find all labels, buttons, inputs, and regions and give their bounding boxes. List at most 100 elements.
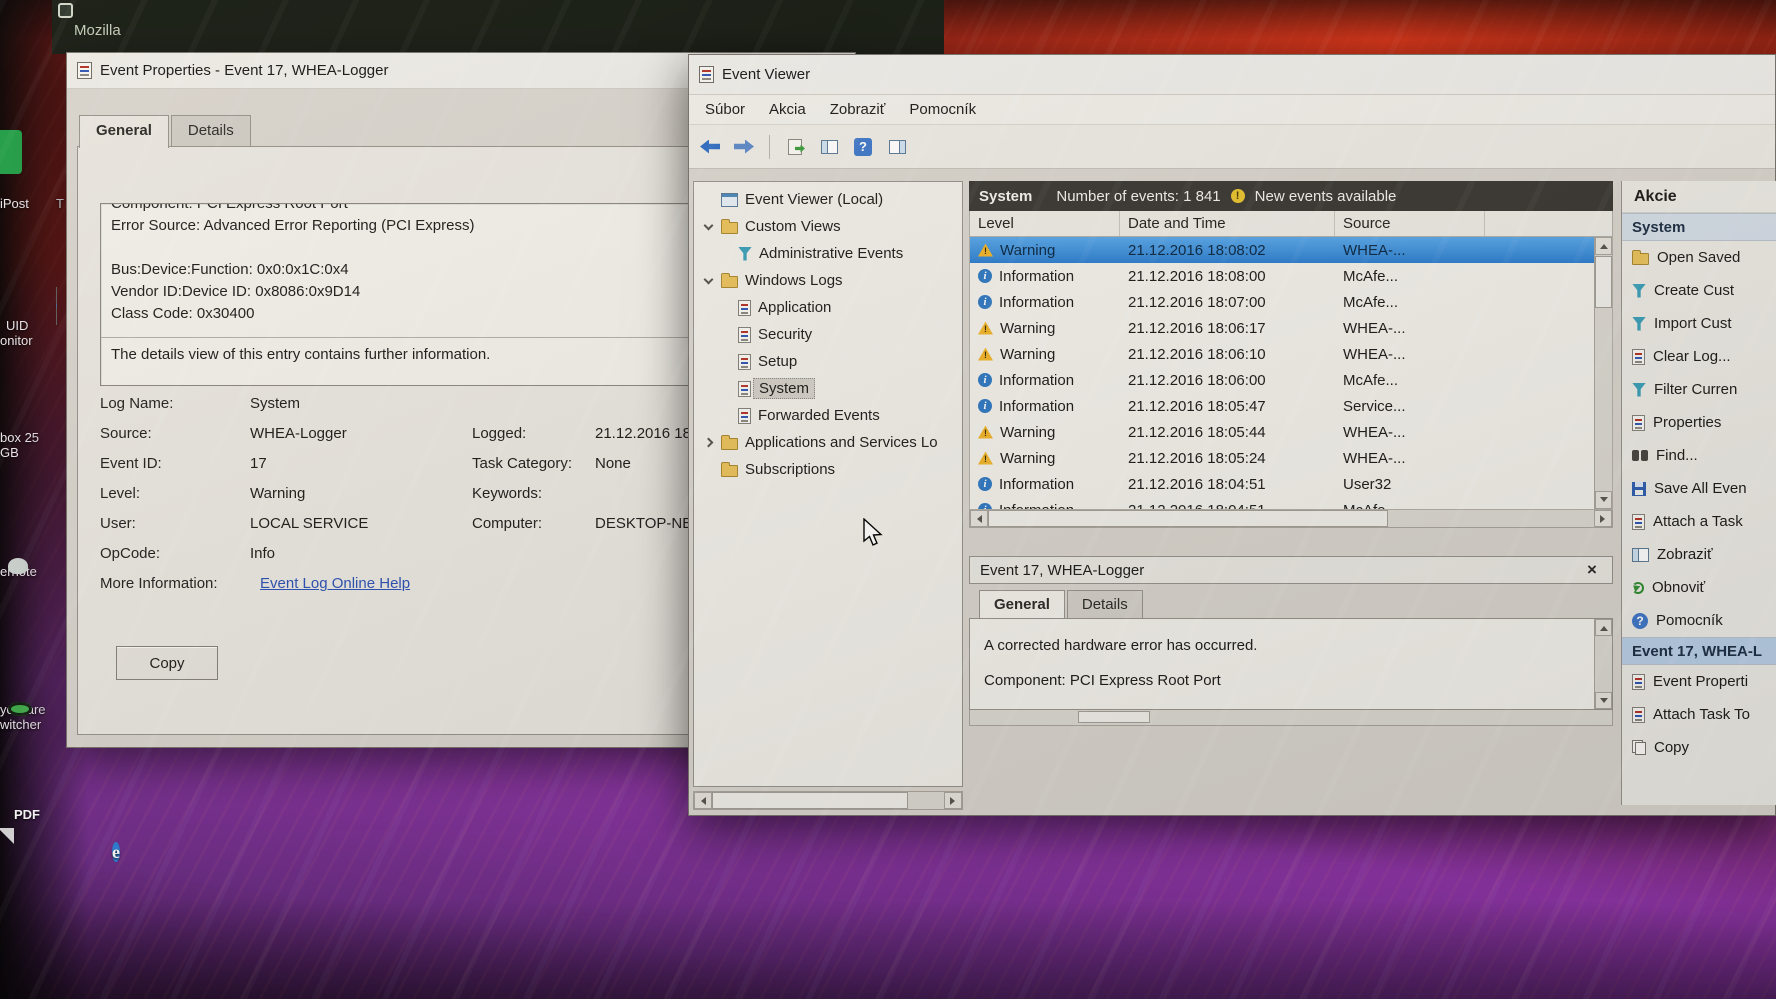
action-import-custom-view[interactable]: Import Cust [1622, 307, 1776, 340]
action-filter-current-log[interactable]: Filter Curren [1622, 373, 1776, 406]
scroll-right-button[interactable] [1594, 510, 1612, 527]
event-row[interactable]: Information 21.12.2016 18:06:00 McAfe... [970, 367, 1596, 393]
preview-horizontal-scrollbar[interactable] [969, 710, 1613, 726]
tree-item-system[interactable]: System [694, 375, 962, 402]
tree-horizontal-scrollbar[interactable] [693, 791, 963, 810]
user-label: User: [100, 515, 136, 532]
action-event-properties[interactable]: Event Properti [1622, 665, 1776, 698]
event-row[interactable]: Information 21 12 2016 18:04:51 McAfe [970, 497, 1596, 510]
tab-details[interactable]: Details [171, 115, 251, 146]
close-icon[interactable] [1582, 560, 1602, 580]
actions-section-system[interactable]: System [1622, 213, 1776, 241]
warning-icon [978, 348, 993, 361]
show-console-tree-button[interactable] [814, 132, 844, 162]
list-vertical-scrollbar[interactable] [1594, 237, 1612, 509]
scrollbar-thumb[interactable] [712, 792, 908, 809]
event-row[interactable]: Information 21.12.2016 18:05:47 Service.… [970, 393, 1596, 419]
action-clear-log[interactable]: Clear Log... [1622, 340, 1776, 373]
desktop-icon-e[interactable]: e [112, 838, 120, 866]
scroll-up-button[interactable] [1595, 619, 1612, 636]
e-browser-icon: e [112, 842, 120, 862]
menu-help[interactable]: Pomocník [897, 97, 988, 122]
action-attach-task[interactable]: Attach a Task [1622, 505, 1776, 538]
event-row[interactable]: Warning 21.12.2016 18:05:24 WHEA-... [970, 445, 1596, 471]
help-button[interactable] [848, 132, 878, 162]
scroll-left-button[interactable] [694, 792, 712, 809]
tree-item-administrative-events[interactable]: Administrative Events [694, 240, 962, 267]
event-row[interactable]: Warning 21.12.2016 18:06:17 WHEA-... [970, 315, 1596, 341]
action-find[interactable]: Find... [1622, 439, 1776, 472]
tree-item-applications-and-services[interactable]: Applications and Services Lo [694, 429, 962, 456]
open-saved-log-icon [1632, 253, 1649, 265]
app-icon [58, 3, 73, 18]
desktop-icon-t[interactable]: T [56, 196, 64, 211]
tree-item-forwarded-events[interactable]: Forwarded Events [694, 402, 962, 429]
tree-item-setup[interactable]: Setup [694, 348, 962, 375]
menu-action[interactable]: Akcia [757, 97, 818, 122]
action-refresh[interactable]: Obnoviť [1622, 571, 1776, 604]
column-datetime[interactable]: Date and Time [1120, 211, 1335, 236]
action-view[interactable]: Zobraziť [1622, 538, 1776, 571]
ipost-icon [0, 130, 22, 174]
scroll-left-button[interactable] [970, 510, 988, 527]
level-value: Warning [250, 485, 305, 502]
tree-item-subscriptions[interactable]: Subscriptions [694, 456, 962, 483]
back-button[interactable] [695, 132, 725, 162]
event-log-online-help-link[interactable]: Event Log Online Help [260, 575, 410, 592]
desktop-icon-dropbox[interactable]: box 25 GB [0, 420, 39, 460]
console-tree-icon [821, 140, 838, 154]
column-source[interactable]: Source [1335, 211, 1485, 236]
t-label: T [56, 196, 64, 211]
chevron-right-icon [703, 438, 713, 448]
event-viewer-titlebar[interactable]: Event Viewer [689, 55, 1775, 95]
export-button[interactable] [780, 132, 810, 162]
tab-general[interactable]: General [79, 115, 169, 148]
computer-label: Computer: [472, 515, 542, 532]
list-horizontal-scrollbar[interactable] [969, 510, 1613, 528]
tree-item-security[interactable]: Security [694, 321, 962, 348]
eye-care-label-2: witcher [0, 717, 46, 732]
actions-section-event[interactable]: Event 17, WHEA-L [1622, 637, 1776, 665]
task-category-label: Task Category: [472, 455, 572, 472]
scroll-down-button[interactable] [1595, 692, 1612, 709]
action-save-all-events[interactable]: Save All Even [1622, 472, 1776, 505]
desktop-icon-evernote[interactable]: ernote [0, 548, 37, 579]
desktop-icon-ipost[interactable]: iPost [0, 130, 29, 211]
dropbox-label-2: GB [0, 445, 39, 460]
opcode-value: Info [250, 545, 275, 562]
desktop-icon-eye-care[interactable]: ye Care witcher [0, 688, 46, 732]
scroll-up-button[interactable] [1595, 237, 1612, 255]
tree-item-application[interactable]: Application [694, 294, 962, 321]
tree-item-root[interactable]: Event Viewer (Local) [694, 186, 962, 213]
forward-button[interactable] [729, 132, 759, 162]
event-row[interactable]: Information 21.12.2016 18:07:00 McAfe... [970, 289, 1596, 315]
tree-item-custom-views[interactable]: Custom Views [694, 213, 962, 240]
scroll-right-button[interactable] [944, 792, 962, 809]
scrollbar-thumb[interactable] [988, 510, 1388, 527]
menu-file[interactable]: Súbor [693, 97, 757, 122]
action-create-custom-view[interactable]: Create Cust [1622, 274, 1776, 307]
action-copy[interactable]: Copy [1622, 731, 1776, 764]
scrollbar-thumb[interactable] [1595, 256, 1612, 308]
tree-item-windows-logs[interactable]: Windows Logs [694, 267, 962, 294]
event-row[interactable]: Warning 21.12.2016 18:08:02 WHEA-... [970, 237, 1596, 263]
preview-tab-details[interactable]: Details [1067, 590, 1143, 618]
copy-button[interactable]: Copy [116, 646, 218, 680]
scroll-down-button[interactable] [1595, 491, 1612, 509]
scrollbar-thumb[interactable] [1078, 711, 1150, 723]
preview-vertical-scrollbar[interactable] [1594, 619, 1612, 709]
action-attach-task-to-event[interactable]: Attach Task To [1622, 698, 1776, 731]
event-row[interactable]: Warning 21.12.2016 18:05:44 WHEA-... [970, 419, 1596, 445]
preview-tab-general[interactable]: General [979, 590, 1065, 618]
desktop-icon-uid-monitor[interactable] [56, 288, 57, 324]
event-row[interactable]: Information 21.12.2016 18:08:00 McAfe... [970, 263, 1596, 289]
column-level[interactable]: Level [970, 211, 1120, 236]
menu-view[interactable]: Zobraziť [818, 97, 898, 122]
action-help[interactable]: Pomocník [1622, 604, 1776, 637]
action-properties[interactable]: Properties [1622, 406, 1776, 439]
action-open-saved-log[interactable]: Open Saved [1622, 241, 1776, 274]
show-action-pane-button[interactable] [882, 132, 912, 162]
preview-body[interactable]: A corrected hardware error has occurred.… [969, 618, 1613, 710]
event-row[interactable]: Information 21.12.2016 18:04:51 User32 [970, 471, 1596, 497]
event-row[interactable]: Warning 21.12.2016 18:06:10 WHEA-... [970, 341, 1596, 367]
